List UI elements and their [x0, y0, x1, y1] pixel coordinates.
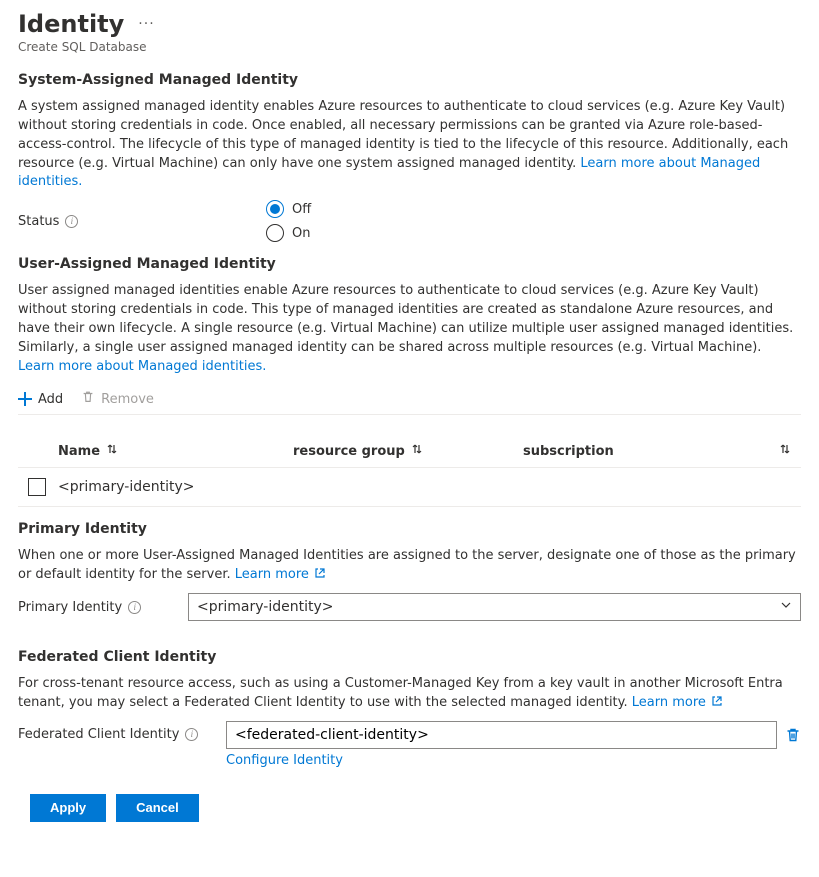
radio-icon [266, 200, 284, 218]
federated-client-identity-input[interactable] [226, 721, 777, 749]
page-subtitle: Create SQL Database [18, 40, 801, 54]
info-icon[interactable]: i [128, 601, 141, 614]
table-header: Name resource group subscription [18, 435, 801, 467]
federated-description: For cross-tenant resource access, such a… [18, 675, 801, 713]
user-assigned-description: User assigned managed identities enable … [18, 282, 801, 376]
table-row[interactable]: <primary-identity> [18, 467, 801, 507]
user-assigned-learn-more-link[interactable]: Learn more about Managed identities. [18, 359, 266, 374]
column-resource-group[interactable]: resource group [293, 443, 523, 459]
delete-federated-button[interactable] [785, 727, 801, 743]
plus-icon [18, 392, 32, 406]
federated-label: Federated Client Identity [18, 727, 179, 742]
add-button[interactable]: Add [18, 390, 63, 408]
column-name[interactable]: Name [58, 443, 293, 459]
page-title: Identity [18, 10, 124, 38]
chevron-down-icon [780, 599, 792, 615]
trash-icon [81, 390, 95, 408]
system-assigned-description: A system assigned managed identity enabl… [18, 98, 801, 192]
primary-identity-learn-more-link[interactable]: Learn more [235, 567, 325, 582]
sort-icon [411, 443, 423, 459]
primary-identity-heading: Primary Identity [18, 521, 801, 537]
system-assigned-heading: System-Assigned Managed Identity [18, 72, 801, 88]
primary-identity-description: When one or more User-Assigned Managed I… [18, 547, 801, 585]
row-name: <primary-identity> [58, 479, 194, 495]
radio-icon [266, 224, 284, 242]
sort-icon [106, 443, 118, 459]
apply-button[interactable]: Apply [30, 794, 106, 822]
status-radio-off[interactable]: Off [266, 200, 311, 218]
primary-identity-select[interactable]: <primary-identity> [188, 593, 801, 621]
sort-icon [779, 443, 791, 459]
status-radio-on[interactable]: On [266, 224, 311, 242]
federated-heading: Federated Client Identity [18, 649, 801, 665]
info-icon[interactable]: i [65, 215, 78, 228]
row-checkbox[interactable] [28, 478, 46, 496]
info-icon[interactable]: i [185, 728, 198, 741]
external-link-icon [315, 566, 325, 585]
primary-identity-label: Primary Identity [18, 600, 122, 615]
status-label: Status [18, 214, 59, 229]
federated-learn-more-link[interactable]: Learn more [632, 695, 722, 710]
cancel-button[interactable]: Cancel [116, 794, 199, 822]
remove-button[interactable]: Remove [81, 390, 154, 408]
more-menu-icon[interactable]: ··· [138, 16, 154, 32]
configure-identity-link[interactable]: Configure Identity [226, 753, 343, 768]
external-link-icon [712, 694, 722, 713]
column-subscription[interactable]: subscription [523, 443, 791, 459]
user-assigned-heading: User-Assigned Managed Identity [18, 256, 801, 272]
